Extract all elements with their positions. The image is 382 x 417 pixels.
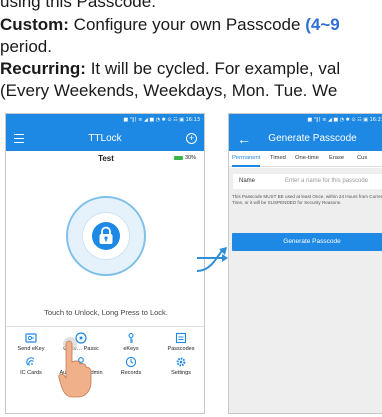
doc-line-1: using this Passcode. bbox=[0, 0, 156, 11]
active-tab-indicator bbox=[232, 165, 260, 167]
tab-timed[interactable]: Timed bbox=[270, 155, 286, 161]
passcode-type-tabs: Permanent Timed One-time Erase Cus bbox=[229, 151, 382, 167]
app-title: TTLock bbox=[88, 133, 122, 144]
custom-label: Custom: bbox=[0, 15, 69, 34]
tab-custom[interactable]: Cus bbox=[357, 155, 367, 161]
tapping-hand-icon bbox=[58, 337, 92, 398]
doc-line-2: Custom: Configure your own Passcode (4~9 bbox=[0, 15, 340, 34]
records-icon bbox=[125, 356, 137, 368]
passcodes-icon bbox=[175, 332, 187, 344]
app-bar: TTLock + bbox=[6, 127, 204, 151]
tab-erase[interactable]: Erase bbox=[329, 155, 344, 161]
ekeys-button[interactable]: eKeys bbox=[106, 332, 156, 353]
unlock-button[interactable] bbox=[92, 222, 120, 250]
divider bbox=[6, 326, 204, 327]
doc-line-5: (Every Weekends, Weekdays, Mon. Tue. We bbox=[0, 81, 338, 100]
passcodes-button[interactable]: Passcodes bbox=[156, 332, 204, 353]
add-icon[interactable]: + bbox=[186, 133, 197, 144]
right-phone-screenshot: ■ °∥⌈ ≡ ◢ ■ ◔ ✱ ⊙ ☷ ▣ 16:21 ← Generate P… bbox=[228, 113, 382, 414]
padlock-icon bbox=[99, 226, 113, 244]
ekeys-icon bbox=[128, 332, 134, 343]
settings-button[interactable]: Settings bbox=[156, 356, 204, 377]
send-ekey-icon bbox=[25, 333, 37, 343]
ic-cards-button[interactable]: IC Cards bbox=[6, 356, 56, 377]
doc-line-3: period. bbox=[0, 37, 52, 56]
arrow-right-icon bbox=[197, 254, 228, 262]
ic-cards-icon bbox=[26, 357, 35, 366]
send-ekey-button[interactable]: Send eKey bbox=[6, 332, 56, 353]
name-input[interactable]: Enter a name for this passcode bbox=[285, 174, 368, 189]
form-area: Name Enter a name for this passcode This… bbox=[229, 168, 382, 413]
name-label: Name bbox=[239, 178, 256, 184]
status-bar: ■ °∥⌈ ≡ ◢ ■ ◔ ✱ ⊙ ☷ ▣ 16:21 bbox=[229, 114, 382, 127]
tab-one-time[interactable]: One-time bbox=[295, 155, 319, 161]
generate-passcode-button[interactable]: Generate Passcode bbox=[232, 233, 382, 251]
passcode-note: This Passcode MUST BE used at least Once… bbox=[232, 194, 382, 205]
doc-line-4: Recurring: It will be cycled. For exampl… bbox=[0, 59, 341, 78]
name-field[interactable]: Name Enter a name for this passcode bbox=[233, 174, 382, 189]
recurring-label: Recurring: bbox=[0, 59, 86, 78]
status-bar: ■ °∥⌈ ≡ ◢ ■ ◔ ✱ ⊙ ☷ ▣ 16:13 bbox=[6, 114, 204, 127]
settings-icon bbox=[176, 357, 186, 367]
battery-icon bbox=[173, 155, 183, 160]
left-phone-screenshot: ■ °∥⌈ ≡ ◢ ■ ◔ ✱ ⊙ ☷ ▣ 16:13 TTLock + Tes… bbox=[5, 113, 205, 414]
touch-hint: Touch to Unlock, Long Press to Lock. bbox=[44, 308, 168, 317]
records-button[interactable]: Records bbox=[106, 356, 156, 377]
screen-title: Generate Passcode bbox=[268, 133, 357, 144]
app-bar: ← Generate Passcode bbox=[229, 127, 382, 151]
tab-permanent[interactable]: Permanent bbox=[232, 155, 260, 161]
battery-indicator: 30% bbox=[173, 155, 196, 161]
document-text: using this Passcode. Custom: Configure y… bbox=[0, 0, 382, 110]
